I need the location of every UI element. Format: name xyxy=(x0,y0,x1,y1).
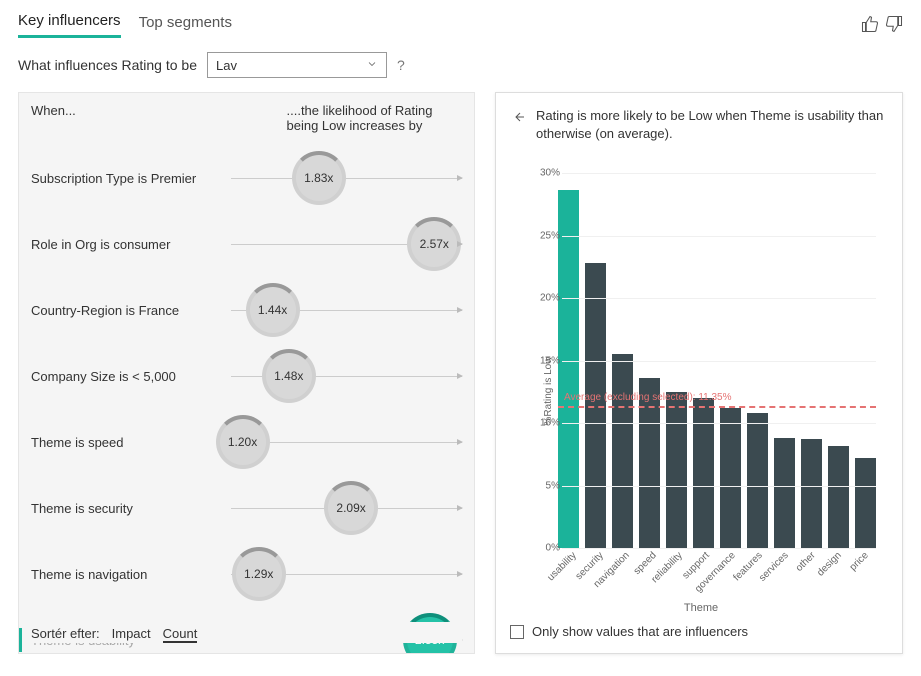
influencer-label: Company Size is < 5,000 xyxy=(31,369,231,384)
influencer-bubble[interactable]: 1.29x xyxy=(232,547,286,601)
influencer-track: 1.48x xyxy=(231,376,462,377)
influencer-row[interactable]: Theme is security2.09x xyxy=(31,475,462,541)
influencer-bubble[interactable]: 1.83x xyxy=(292,151,346,205)
chevron-down-icon xyxy=(366,58,378,73)
influencer-track: 1.83x xyxy=(231,178,462,179)
detail-panel: Rating is more likely to be Low when The… xyxy=(495,92,903,654)
question-prefix: What influences Rating to be xyxy=(18,57,197,73)
gridline xyxy=(562,548,876,549)
bar-chart: %Rating is Low Average (excluding select… xyxy=(518,163,884,618)
gridline xyxy=(562,173,876,174)
tab-key-influencers[interactable]: Key influencers xyxy=(18,12,121,38)
influencer-track: 1.20x xyxy=(231,442,462,443)
sort-impact[interactable]: Impact xyxy=(112,626,151,641)
influencer-row[interactable]: Role in Org is consumer2.57x xyxy=(31,211,462,277)
chart-ylabel: %Rating is Low xyxy=(543,356,554,425)
influencer-bubble[interactable]: 2.09x xyxy=(324,481,378,535)
influencer-track: 1.44x xyxy=(231,310,462,311)
sort-label: Sortér efter: xyxy=(31,626,100,641)
influencers-panel: When... ....the likelihood of Rating bei… xyxy=(18,92,475,654)
x-tick: design xyxy=(815,550,844,579)
chart-bar[interactable] xyxy=(855,458,876,548)
help-icon[interactable]: ? xyxy=(397,57,405,73)
y-tick: 0% xyxy=(536,543,560,554)
gridline xyxy=(562,361,876,362)
chart-bar[interactable] xyxy=(828,446,849,548)
influencer-track: 1.29x xyxy=(231,574,462,575)
tab-top-segments[interactable]: Top segments xyxy=(139,14,232,37)
x-tick: price xyxy=(847,550,870,573)
chart-bar[interactable] xyxy=(666,392,687,548)
influencer-label: Theme is speed xyxy=(31,435,231,450)
gridline xyxy=(562,423,876,424)
selection-indicator xyxy=(19,628,22,652)
influencer-bubble[interactable]: 1.20x xyxy=(216,415,270,469)
influencer-label: Theme is security xyxy=(31,501,231,516)
y-tick: 20% xyxy=(536,293,560,304)
average-label: Average (excluding selected): 11.35% xyxy=(564,392,732,403)
influencer-track: 2.57x xyxy=(231,244,462,245)
influencer-row[interactable]: Theme is speed1.20x xyxy=(31,409,462,475)
influencer-label: Country-Region is France xyxy=(31,303,231,318)
header-likelihood: ....the likelihood of Rating being Low i… xyxy=(247,103,463,133)
influencer-bubble[interactable]: 1.44x xyxy=(246,283,300,337)
rating-dropdown-value: Lav xyxy=(216,58,237,73)
only-influencers-label: Only show values that are influencers xyxy=(532,624,748,639)
average-line xyxy=(558,406,876,408)
detail-title: Rating is more likely to be Low when The… xyxy=(536,107,888,143)
y-tick: 15% xyxy=(536,355,560,366)
influencer-row[interactable]: Company Size is < 5,0001.48x xyxy=(31,343,462,409)
gridline xyxy=(562,298,876,299)
sort-count[interactable]: Count xyxy=(163,626,198,643)
influencer-row[interactable]: Theme is navigation1.29x xyxy=(31,541,462,607)
influencer-label: Theme is navigation xyxy=(31,567,231,582)
influencer-label: Role in Org is consumer xyxy=(31,237,231,252)
y-tick: 25% xyxy=(536,230,560,241)
gridline xyxy=(562,486,876,487)
chart-bar[interactable] xyxy=(612,354,633,548)
influencer-label: Subscription Type is Premier xyxy=(31,171,231,186)
influencer-row[interactable]: Subscription Type is Premier1.83x xyxy=(31,145,462,211)
y-tick: 5% xyxy=(536,480,560,491)
chart-bar[interactable] xyxy=(801,439,822,548)
influencer-bubble[interactable]: 1.48x xyxy=(262,349,316,403)
chart-bar[interactable] xyxy=(558,190,579,548)
gridline xyxy=(562,236,876,237)
back-arrow-icon[interactable] xyxy=(510,107,526,128)
header-when: When... xyxy=(31,103,247,133)
chart-bar[interactable] xyxy=(774,438,795,548)
chart-bar[interactable] xyxy=(639,378,660,548)
chart-bar[interactable] xyxy=(720,408,741,548)
x-tick: usability xyxy=(546,550,579,583)
thumbs-down-icon[interactable] xyxy=(885,15,903,36)
influencer-bubble[interactable]: 2.57x xyxy=(407,217,461,271)
chart-bar[interactable] xyxy=(747,413,768,548)
thumbs-up-icon[interactable] xyxy=(861,15,879,36)
rating-dropdown[interactable]: Lav xyxy=(207,52,387,78)
y-tick: 10% xyxy=(536,418,560,429)
y-tick: 30% xyxy=(536,168,560,179)
chart-bar[interactable] xyxy=(693,398,714,548)
only-influencers-checkbox[interactable] xyxy=(510,625,524,639)
influencer-row[interactable]: Country-Region is France1.44x xyxy=(31,277,462,343)
chart-xlabel: Theme xyxy=(684,602,718,614)
influencer-track: 2.09x xyxy=(231,508,462,509)
